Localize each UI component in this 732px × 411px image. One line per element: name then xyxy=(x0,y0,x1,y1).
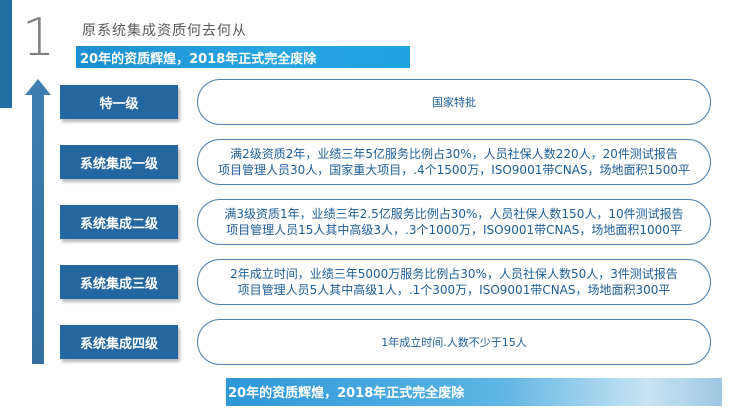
desc-line: 1年成立时间.人数不少于15人 xyxy=(381,336,527,349)
top-banner: 20年的资质辉煌，2018年正式完全废除 xyxy=(76,46,410,68)
level-label-grade4: 系统集成四级 xyxy=(60,325,178,359)
level-desc-special: 国家特批 xyxy=(197,79,711,125)
level-label-grade3: 系统集成三级 xyxy=(60,265,178,299)
level-label-grade1: 系统集成一级 xyxy=(60,145,178,179)
desc-line: 2年成立时间，业绩三年5000万服务比例占30%，人员社保人数50人，3件测试报… xyxy=(230,267,678,281)
accent-bar xyxy=(0,0,12,108)
desc-line: 项目管理人员5人其中高级1人，.1个300万，ISO9001带CNAS，场地面积… xyxy=(237,283,671,297)
arrow-shaft xyxy=(32,92,44,364)
level-desc-grade2: 满3级资质1年，业绩三年2.5亿服务比例占30%，人员社保人数150人，10件测… xyxy=(197,199,711,245)
level-label-special: 特一级 xyxy=(60,85,178,119)
bottom-banner: 20年的资质辉煌，2018年正式完全废除 xyxy=(226,378,722,406)
desc-line: 项目管理人员15人其中高级3人，.3个1000万，ISO9001带CNAS，场地… xyxy=(226,223,682,237)
level-label-grade2: 系统集成二级 xyxy=(60,205,178,239)
level-desc-grade4: 1年成立时间.人数不少于15人 xyxy=(197,319,711,365)
desc-line: 满3级资质1年，业绩三年2.5亿服务比例占30%，人员社保人数150人，10件测… xyxy=(224,207,684,221)
desc-line: 满2级资质2年，业绩三年5亿服务比例占30%，人员社保人数220人，20件测试报… xyxy=(230,147,678,161)
bottom-banner-text: 20年的资质辉煌，2018年正式完全废除 xyxy=(228,386,465,401)
page-title: 原系统集成资质何去何从 xyxy=(82,23,247,39)
level-desc-grade3: 2年成立时间，业绩三年5000万服务比例占30%，人员社保人数50人，3件测试报… xyxy=(197,259,711,305)
desc-line: 国家特批 xyxy=(432,96,476,109)
level-desc-grade1: 满2级资质2年，业绩三年5亿服务比例占30%，人员社保人数220人，20件测试报… xyxy=(197,139,711,185)
desc-line: 项目管理人员30人，国家重大项目，.4个1500万，ISO9001带CNAS，场… xyxy=(217,163,691,177)
top-banner-text: 20年的资质辉煌，2018年正式完全废除 xyxy=(80,52,317,67)
section-number: 1 xyxy=(22,8,56,68)
